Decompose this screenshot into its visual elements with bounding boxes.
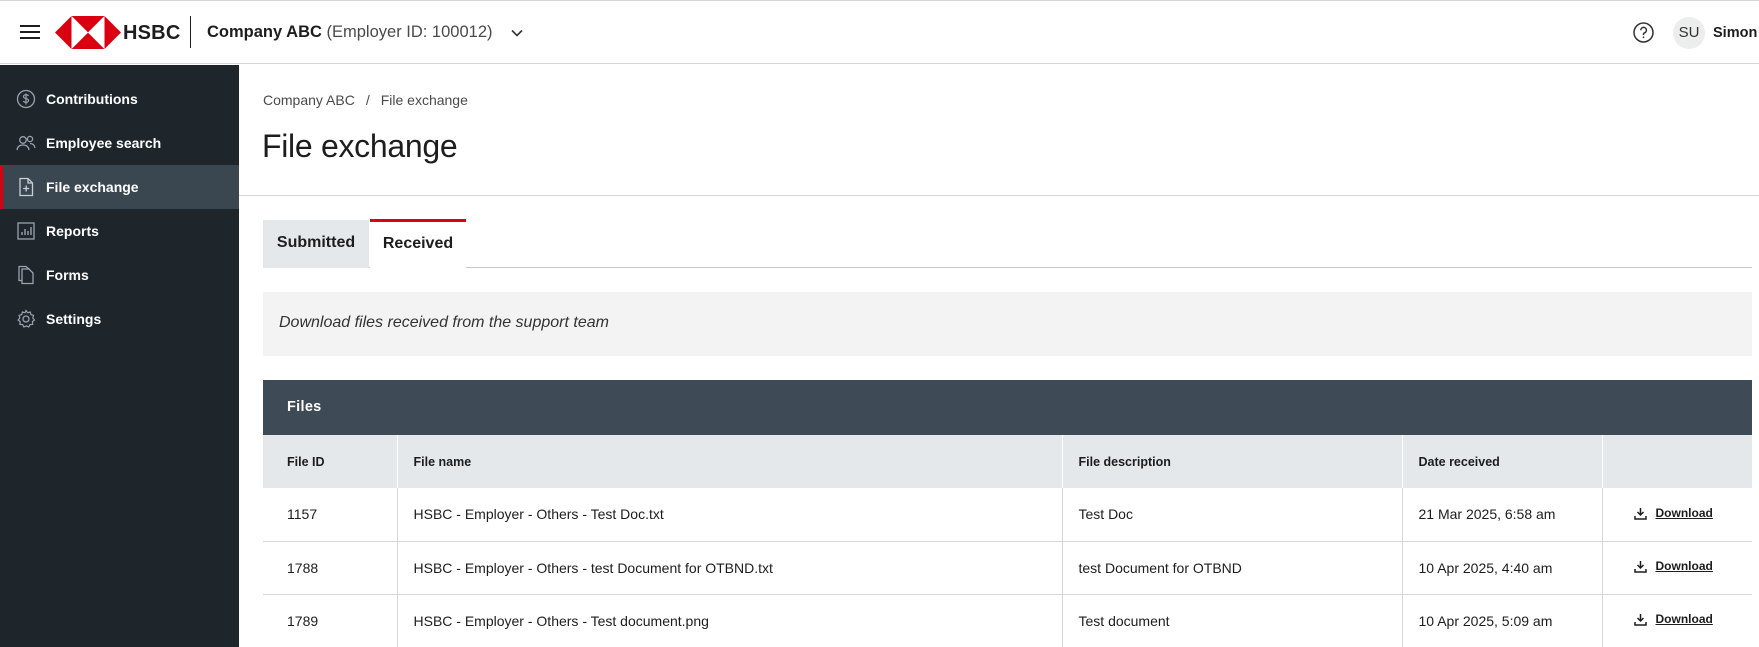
date-received: 10 Apr 2025, 4:40 am <box>1402 541 1603 595</box>
top-header: HSBC Company ABC (Employer ID: 100012) S… <box>0 0 1759 64</box>
sidebar-item-label: File exchange <box>46 179 139 195</box>
sidebar-item-settings[interactable]: Settings <box>0 297 239 341</box>
download-icon <box>1633 560 1647 573</box>
file-id: 1157 <box>263 488 398 542</box>
page-title: File exchange <box>262 128 458 164</box>
company-selector[interactable]: Company ABC (Employer ID: 100012) <box>207 23 523 42</box>
notice-text: Download files received from the support… <box>279 314 609 331</box>
menu-icon[interactable] <box>20 25 40 39</box>
employer-id: (Employer ID: 100012) <box>326 23 493 41</box>
company-name: Company ABC <box>207 23 322 41</box>
files-table-header: Files <box>263 380 1752 435</box>
file-description: Test Doc <box>1062 488 1403 542</box>
chevron-down-icon <box>511 29 523 37</box>
file-name: HSBC - Employer - Others - Test document… <box>397 594 1063 647</box>
download-button[interactable]: Download <box>1633 506 1713 520</box>
breadcrumb-current: File exchange <box>380 92 468 108</box>
tab-submitted[interactable]: Submitted <box>263 220 369 268</box>
table-header-row: File ID File name File description Date … <box>263 435 1753 488</box>
sidebar-item-label: Employee search <box>46 135 162 151</box>
files-title: Files <box>287 399 322 415</box>
dollar-circle-icon <box>16 89 36 109</box>
breadcrumb: Company ABC / File exchange <box>263 92 468 108</box>
download-icon <box>1633 507 1647 520</box>
sidebar-item-contributions[interactable]: Contributions <box>0 77 239 121</box>
title-divider <box>239 195 1759 196</box>
files-table: File ID File name File description Date … <box>263 435 1753 647</box>
sidebar-item-label: Contributions <box>46 91 138 107</box>
actions-cell: Download <box>1602 488 1752 542</box>
column-header-actions <box>1602 435 1753 488</box>
download-label: Download <box>1655 559 1713 574</box>
download-label: Download <box>1655 506 1713 520</box>
file-description: Test document <box>1062 594 1403 647</box>
download-button[interactable]: Download <box>1633 612 1713 627</box>
file-id: 1789 <box>263 594 398 647</box>
download-label: Download <box>1655 612 1713 627</box>
hsbc-logo[interactable] <box>55 16 121 49</box>
sidebar-item-label: Reports <box>46 223 99 239</box>
file-description: test Document for OTBND <box>1062 541 1403 595</box>
bar-chart-icon <box>17 222 35 240</box>
table-row: 1788 HSBC - Employer - Others - test Doc… <box>263 541 1752 595</box>
column-header-file-description: File description <box>1062 435 1403 488</box>
file-name: HSBC - Employer - Others - test Document… <box>397 541 1063 595</box>
download-icon <box>1633 613 1647 626</box>
breadcrumb-link-company[interactable]: Company ABC <box>263 92 355 108</box>
breadcrumb-separator: / <box>365 92 370 108</box>
file-plus-icon <box>19 177 34 197</box>
brand-name: HSBC <box>123 22 181 44</box>
date-received: 21 Mar 2025, 6:58 am <box>1402 488 1603 542</box>
column-header-file-id: File ID <box>263 435 398 488</box>
date-received: 10 Apr 2025, 5:09 am <box>1402 594 1603 647</box>
sidebar-item-label: Forms <box>46 267 89 283</box>
people-icon <box>16 135 36 151</box>
table-row: 1789 HSBC - Employer - Others - Test doc… <box>263 594 1752 647</box>
sidebar-item-forms[interactable]: Forms <box>0 253 239 297</box>
gear-icon <box>17 309 36 328</box>
column-header-file-name: File name <box>397 435 1063 488</box>
table-row: 1157 HSBC - Employer - Others - Test Doc… <box>263 488 1752 542</box>
sidebar-item-file-exchange[interactable]: File exchange <box>0 165 239 209</box>
tab-bar: Submitted Received <box>263 219 1752 268</box>
sidebar: Contributions Employee search File excha… <box>0 65 239 647</box>
actions-cell: Download <box>1602 594 1752 647</box>
sidebar-item-reports[interactable]: Reports <box>0 209 239 253</box>
sidebar-item-employee-search[interactable]: Employee search <box>0 121 239 165</box>
download-button[interactable]: Download <box>1633 559 1713 574</box>
actions-cell: Download <box>1602 541 1752 595</box>
column-header-date-received: Date received <box>1402 435 1603 488</box>
user-name[interactable]: Simon <box>1713 25 1757 41</box>
file-id: 1788 <box>263 541 398 595</box>
sidebar-item-label: Settings <box>46 311 102 327</box>
info-notice: Download files received from the support… <box>263 292 1752 356</box>
file-name: HSBC - Employer - Others - Test Doc.txt <box>397 488 1063 542</box>
tab-received[interactable]: Received <box>370 219 466 268</box>
header-divider <box>190 16 191 48</box>
documents-icon <box>18 265 34 285</box>
avatar[interactable]: SU <box>1673 17 1705 49</box>
help-icon[interactable] <box>1633 22 1654 43</box>
